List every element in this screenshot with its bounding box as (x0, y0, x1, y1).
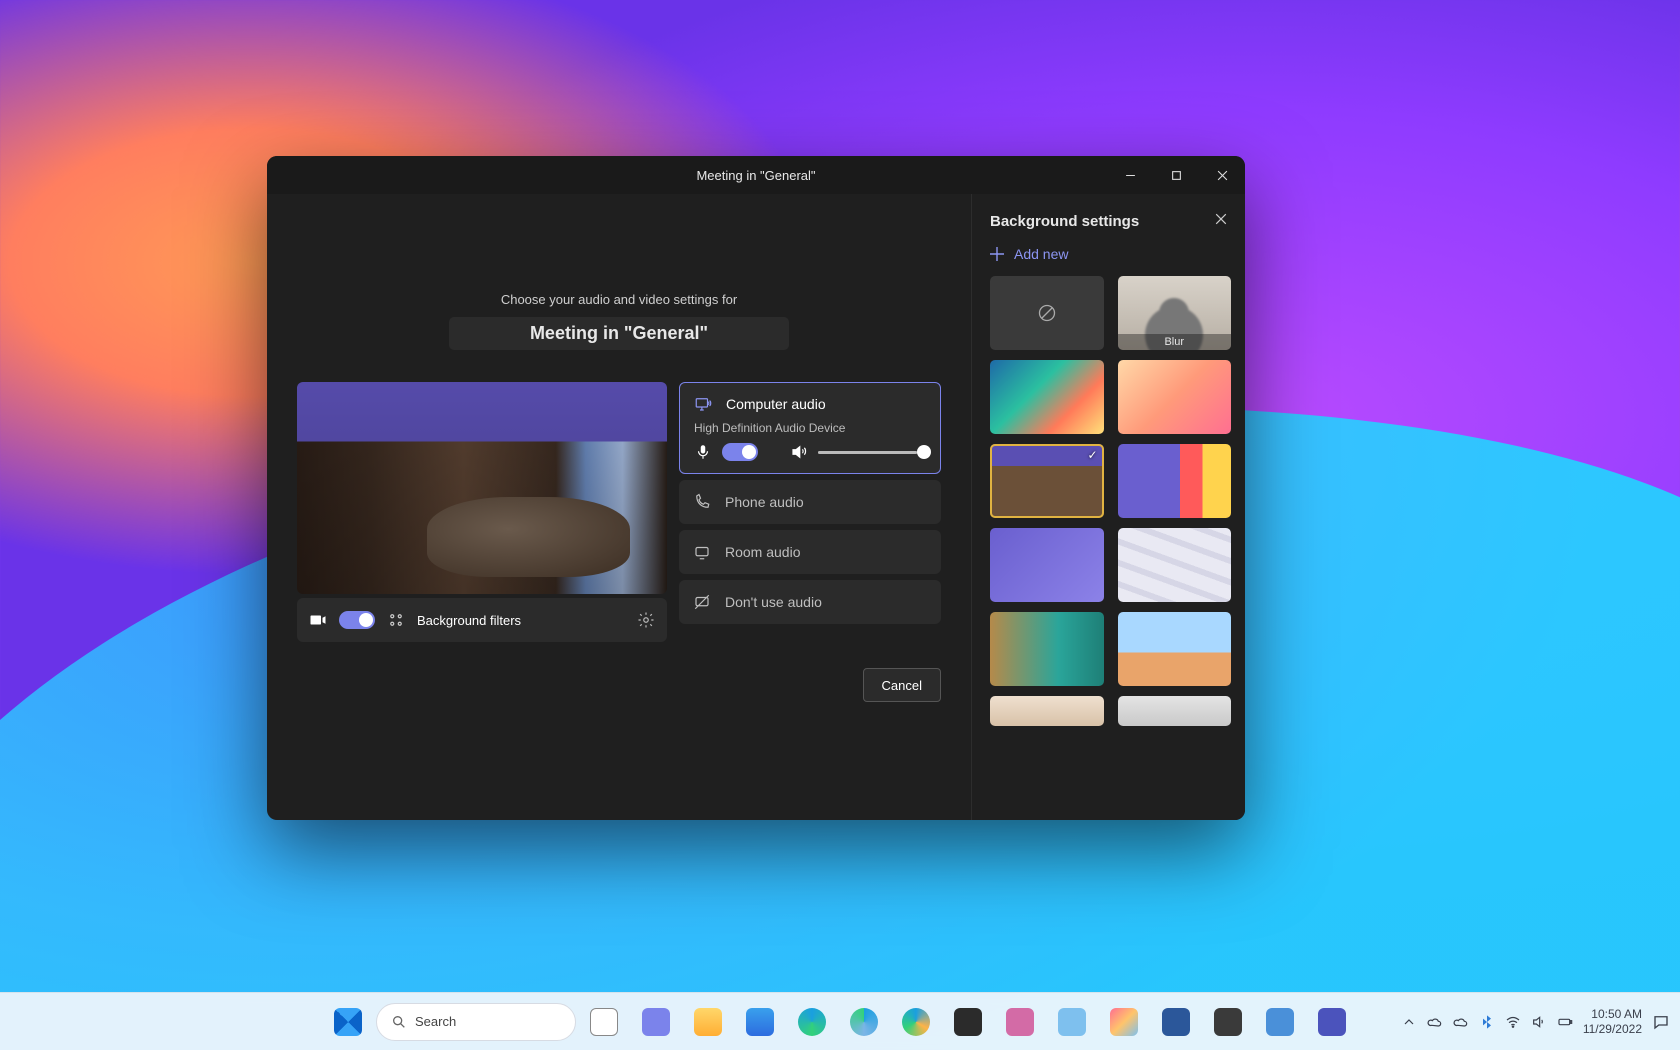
taskbar-app-terminal[interactable] (944, 998, 992, 1046)
gear-icon[interactable] (637, 611, 655, 629)
minimize-button[interactable] (1107, 156, 1153, 194)
bg-panel-close-button[interactable] (1215, 212, 1227, 230)
meeting-name-field[interactable]: Meeting in "General" (449, 317, 789, 350)
volume-icon[interactable] (1531, 1014, 1547, 1030)
camera-preview (297, 382, 667, 594)
window-title: Meeting in "General" (696, 168, 815, 183)
mic-toggle[interactable] (722, 443, 758, 461)
taskbar-system-tray[interactable]: 10:50 AM 11/29/2022 (1401, 1007, 1670, 1037)
room-icon (693, 543, 711, 561)
bg-tile[interactable] (1118, 444, 1232, 518)
taskbar-app-settings[interactable] (1256, 998, 1304, 1046)
audio-option-computer[interactable]: Computer audio High Definition Audio Dev… (679, 382, 941, 474)
search-placeholder: Search (415, 1014, 456, 1029)
bluetooth-icon[interactable] (1479, 1014, 1495, 1030)
prejoin-main-pane: Choose your audio and video settings for… (267, 194, 971, 820)
taskbar-app-edge-beta[interactable] (840, 998, 888, 1046)
bg-tile[interactable] (1118, 528, 1232, 602)
clock-date: 11/29/2022 (1583, 1022, 1642, 1037)
wifi-icon[interactable] (1505, 1014, 1521, 1030)
computer-audio-label: Computer audio (726, 396, 826, 412)
add-new-background-button[interactable]: Add new (972, 236, 1245, 268)
audio-option-room[interactable]: Room audio (679, 530, 941, 574)
taskbar-search[interactable]: Search (376, 1003, 576, 1041)
background-settings-panel: Background settings Add new Blur (971, 194, 1245, 820)
add-new-label: Add new (1014, 246, 1068, 262)
no-audio-label: Don't use audio (725, 594, 822, 610)
audio-option-phone[interactable]: Phone audio (679, 480, 941, 524)
battery-icon[interactable] (1557, 1014, 1573, 1030)
video-icon (309, 611, 327, 629)
audio-device-name: High Definition Audio Device (694, 421, 926, 435)
teams-prejoin-window: Meeting in "General" Choose your audio a… (267, 156, 1245, 820)
microphone-icon[interactable] (694, 443, 712, 461)
onedrive-icon[interactable] (1427, 1014, 1443, 1030)
bg-tile[interactable] (1118, 612, 1232, 686)
taskbar-app-photos[interactable] (1204, 998, 1252, 1046)
taskbar-app-chat[interactable] (632, 998, 680, 1046)
taskbar-app-teams[interactable] (1308, 998, 1356, 1046)
background-filters-button[interactable]: Background filters (417, 613, 521, 628)
pc-audio-icon (694, 395, 712, 413)
prejoin-prompt: Choose your audio and video settings for (297, 292, 941, 307)
blur-caption: Blur (1118, 334, 1232, 350)
no-audio-icon (693, 593, 711, 611)
bg-tile-none[interactable] (990, 276, 1104, 350)
volume-slider[interactable] (818, 451, 926, 454)
audio-option-none[interactable]: Don't use audio (679, 580, 941, 624)
bg-tile[interactable] (990, 360, 1104, 434)
notifications-icon[interactable] (1652, 1013, 1670, 1031)
speaker-icon[interactable] (790, 443, 808, 461)
bg-tile[interactable] (990, 528, 1104, 602)
taskbar-app-snipping[interactable] (996, 998, 1044, 1046)
taskbar-clock[interactable]: 10:50 AM 11/29/2022 (1583, 1007, 1642, 1037)
background-tiles-grid[interactable]: Blur Pantone Home Office (972, 268, 1245, 820)
camera-toolbar: Background filters (297, 598, 667, 642)
camera-toggle[interactable] (339, 611, 375, 629)
taskbar-app-notepad[interactable] (1048, 998, 1096, 1046)
bg-tile[interactable] (990, 612, 1104, 686)
bg-tile[interactable] (1118, 696, 1232, 726)
titlebar: Meeting in "General" (267, 156, 1245, 194)
room-audio-label: Room audio (725, 544, 801, 560)
taskbar-app-edge[interactable] (788, 998, 836, 1046)
effects-icon (387, 611, 405, 629)
phone-icon (693, 493, 711, 511)
taskbar-app-edge-canary[interactable] (892, 998, 940, 1046)
start-button[interactable] (324, 998, 372, 1046)
taskbar-app-paint[interactable] (1100, 998, 1148, 1046)
taskbar-app-store[interactable] (736, 998, 784, 1046)
taskbar-app-explorer[interactable] (684, 998, 732, 1046)
clock-time: 10:50 AM (1583, 1007, 1642, 1022)
windows-taskbar: Search 10:50 AM 11/29/2022 (0, 992, 1680, 1050)
close-button[interactable] (1199, 156, 1245, 194)
bg-panel-title: Background settings (990, 213, 1139, 230)
search-icon (391, 1014, 407, 1030)
cancel-button[interactable]: Cancel (863, 668, 941, 702)
bg-tile-blur[interactable]: Blur (1118, 276, 1232, 350)
bg-tile-selected[interactable]: Pantone Home Office (990, 444, 1104, 518)
phone-audio-label: Phone audio (725, 494, 804, 510)
onedrive-icon[interactable] (1453, 1014, 1469, 1030)
chevron-up-icon[interactable] (1401, 1014, 1417, 1030)
bg-tile[interactable] (990, 696, 1104, 726)
window-controls (1107, 156, 1245, 194)
maximize-button[interactable] (1153, 156, 1199, 194)
bg-tile[interactable] (1118, 360, 1232, 434)
taskbar-app-word[interactable] (1152, 998, 1200, 1046)
task-view-button[interactable] (580, 998, 628, 1046)
